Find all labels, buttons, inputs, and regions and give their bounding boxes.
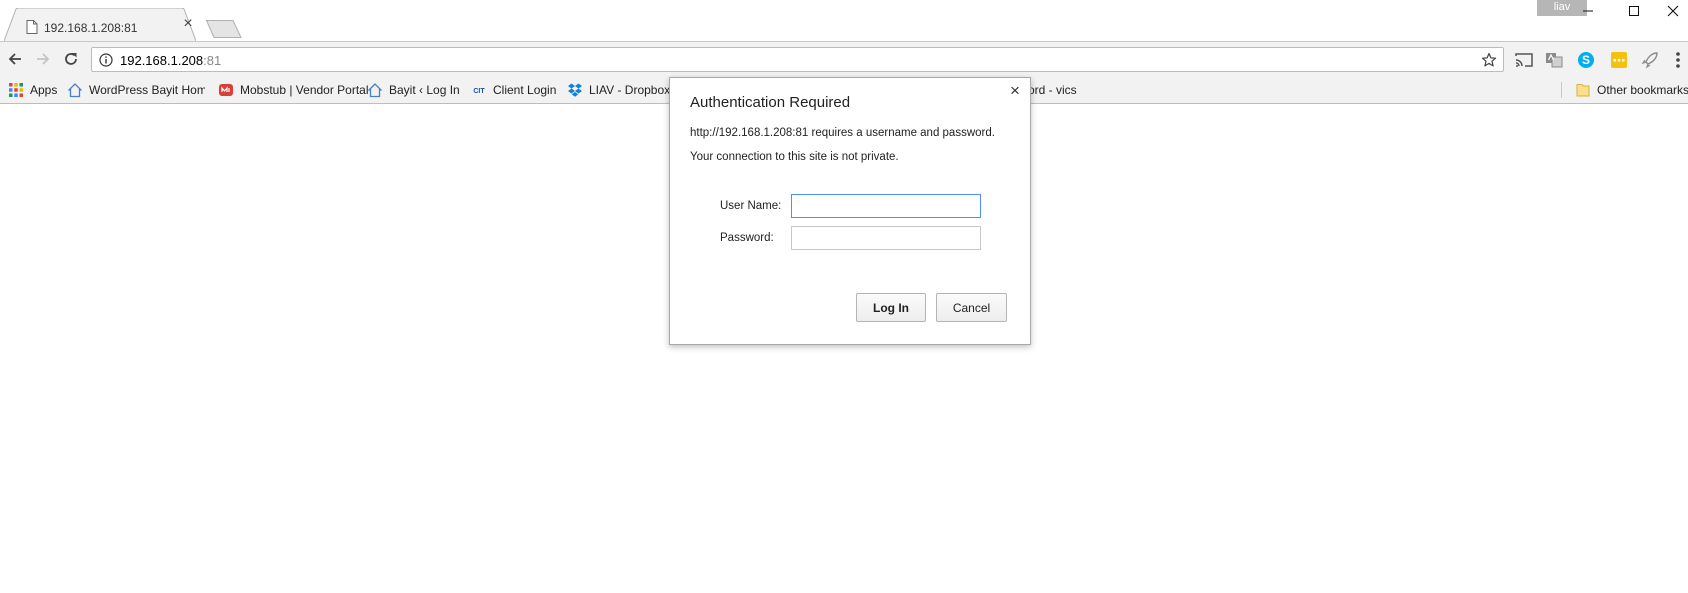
dialog-close-icon[interactable]: × (1008, 82, 1022, 99)
bookmark-label: Bayit ‹ Log In (389, 83, 460, 97)
new-tab-button[interactable] (206, 20, 242, 38)
kebab-menu-icon (1676, 52, 1680, 68)
address-bar[interactable]: 192.168.1.208:81 (91, 47, 1504, 72)
tab-close-icon[interactable]: × (181, 16, 195, 32)
dialog-warning: Your connection to this site is not priv… (690, 151, 899, 163)
bookmarks-divider (1561, 82, 1562, 98)
yellow-extension-icon (1611, 52, 1627, 68)
url-host: 192.168.1.208 (120, 53, 204, 68)
auth-dialog: × Authentication Required http://192.168… (669, 77, 1031, 345)
skype-extension-button[interactable]: S (1576, 50, 1596, 70)
back-button[interactable] (3, 47, 27, 71)
mobstub-icon (219, 84, 233, 96)
cast-button[interactable] (1514, 50, 1534, 70)
bookmark-label: Other bookmarks (1597, 83, 1688, 97)
minimize-button[interactable] (1565, 0, 1611, 22)
dialog-title: Authentication Required (690, 94, 851, 111)
bookmark-star-icon[interactable] (1481, 52, 1497, 68)
username-input[interactable] (791, 194, 981, 218)
svg-text:CIT: CIT (473, 88, 485, 95)
maximize-icon (1629, 6, 1639, 16)
skype-icon: S (1578, 52, 1594, 68)
yellow-extension-button[interactable] (1609, 50, 1629, 70)
page-icon (26, 20, 38, 34)
home-icon (68, 83, 82, 98)
bookmark-mobstub[interactable]: Mobstub | Vendor Portal (218, 81, 369, 99)
bookmark-label: LIAV - Dropbox (589, 83, 671, 97)
tab-title: 192.168.1.208:81 (44, 21, 138, 35)
window-close-icon (1667, 5, 1678, 17)
apps-grid-icon (9, 83, 23, 97)
minimize-icon (1583, 10, 1593, 12)
cancel-button[interactable]: Cancel (936, 293, 1007, 322)
bookmark-bayit-login[interactable]: Bayit ‹ Log In (367, 81, 460, 99)
back-arrow-icon (8, 53, 21, 65)
forward-arrow-icon (37, 53, 50, 65)
title-bar: 192.168.1.208:81 × liav (0, 0, 1688, 41)
cit-icon: CIT (473, 88, 485, 95)
bookmark-label: ord - vics (1028, 83, 1077, 97)
bookmark-label: Client Login (493, 83, 557, 97)
info-icon[interactable] (99, 53, 113, 67)
bookmark-wordpress-bayit[interactable]: WordPress Bayit Home (67, 81, 205, 99)
bookmark-apps[interactable]: Apps (8, 81, 57, 99)
password-input[interactable] (791, 226, 981, 250)
dialog-message: http://192.168.1.208:81 requires a usern… (690, 127, 995, 139)
bookmark-label: WordPress Bayit Home (89, 83, 205, 97)
svg-text:S: S (1582, 53, 1590, 67)
window-close-button[interactable] (1657, 0, 1688, 22)
forward-button[interactable] (31, 47, 55, 71)
cast-icon (1515, 53, 1533, 67)
bookmark-client-login[interactable]: CIT Client Login (471, 81, 556, 99)
home-icon (368, 83, 382, 98)
bookmark-label: Mobstub | Vendor Portal (240, 83, 369, 97)
password-label: Password: (720, 232, 774, 244)
other-bookmarks[interactable]: Other bookmarks (1575, 81, 1688, 99)
login-button[interactable]: Log In (856, 293, 926, 322)
rocket-extension-button[interactable] (1640, 50, 1660, 70)
url-text: 192.168.1.208:81 (120, 53, 221, 68)
dropbox-icon (568, 83, 582, 97)
translate-icon (1546, 53, 1563, 68)
bookmark-label: Apps (30, 83, 58, 97)
username-label: User Name: (720, 200, 782, 212)
tab-active[interactable]: 192.168.1.208:81 × (4, 8, 196, 41)
rocket-icon (1641, 52, 1658, 69)
translate-button[interactable] (1544, 50, 1564, 70)
maximize-button[interactable] (1611, 0, 1657, 22)
reload-icon (65, 53, 77, 65)
browser-toolbar: 192.168.1.208:81 S (0, 41, 1688, 76)
bookmark-vics[interactable]: ord - vics (1028, 81, 1077, 99)
url-port: :81 (203, 53, 222, 68)
bookmark-liav-dropbox[interactable]: LIAV - Dropbox (567, 81, 670, 99)
chrome-menu-button[interactable] (1668, 50, 1688, 70)
reload-button[interactable] (59, 47, 83, 71)
folder-icon (1576, 84, 1590, 97)
